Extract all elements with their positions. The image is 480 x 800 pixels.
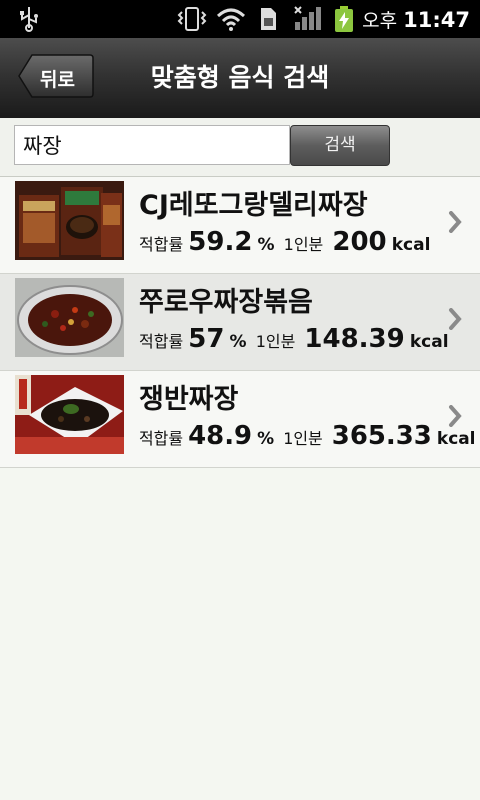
food-info: 적합률 48.9 % 1인분 365.33 kcal xyxy=(139,421,476,451)
search-button[interactable]: 검색 xyxy=(290,125,390,166)
chevron-right-icon xyxy=(448,211,462,237)
sim-icon xyxy=(258,6,278,36)
food-thumbnail xyxy=(15,278,124,357)
chevron-right-icon xyxy=(448,405,462,431)
food-name: 쭈로우짜장볶음 xyxy=(139,287,313,318)
vibrate-icon xyxy=(176,6,208,36)
kcal-unit: kcal xyxy=(436,429,476,449)
chevron-right-icon xyxy=(448,308,462,334)
usb-icon xyxy=(18,6,40,36)
fit-rate-unit: % xyxy=(257,429,275,449)
fit-rate-label: 적합률 xyxy=(139,429,184,448)
search-input[interactable] xyxy=(14,125,290,165)
serving-label: 1인분 xyxy=(283,235,324,254)
food-name: 쟁반짜장 xyxy=(139,384,239,415)
list-item[interactable]: CJ레또그랑델리짜장 적합률 59.2 % 1인분 200 kcal xyxy=(0,177,480,274)
battery-charging-icon xyxy=(334,6,354,36)
results-list: CJ레또그랑델리짜장 적합률 59.2 % 1인분 200 kcal 쭈로우짜장… xyxy=(0,177,480,468)
search-bar: 검색 xyxy=(0,118,480,177)
kcal-value: 365.33 xyxy=(331,421,432,451)
food-name: CJ레또그랑델리짜장 xyxy=(139,190,368,221)
kcal-unit: kcal xyxy=(391,235,431,255)
fit-rate-unit: % xyxy=(229,332,247,352)
list-item[interactable]: 쟁반짜장 적합률 48.9 % 1인분 365.33 kcal xyxy=(0,371,480,468)
serving-label: 1인분 xyxy=(283,429,323,448)
page-title: 맞춤형 음식 검색 xyxy=(150,63,330,92)
title-bar: 뒤로 맞춤형 음식 검색 xyxy=(0,38,480,120)
kcal-value: 148.39 xyxy=(304,324,405,354)
fit-rate-value: 57 xyxy=(188,324,225,354)
back-button[interactable]: 뒤로 xyxy=(18,54,94,98)
food-thumbnail xyxy=(15,375,124,454)
fit-rate-label: 적합률 xyxy=(139,332,184,351)
serving-label: 1인분 xyxy=(255,332,296,351)
fit-rate-value: 48.9 xyxy=(188,421,253,451)
status-bar: 오후 11:47 xyxy=(0,0,480,38)
list-item[interactable]: 쭈로우짜장볶음 적합률 57 % 1인분 148.39 kcal xyxy=(0,274,480,371)
back-label: 뒤로 xyxy=(40,69,75,91)
food-info: 적합률 59.2 % 1인분 200 kcal xyxy=(139,227,430,257)
clock: 오후 11:47 xyxy=(362,8,470,32)
fit-rate-value: 59.2 xyxy=(188,227,253,257)
fit-rate-unit: % xyxy=(257,235,275,255)
food-info: 적합률 57 % 1인분 148.39 kcal xyxy=(139,324,449,354)
food-thumbnail xyxy=(15,181,124,260)
signal-icon xyxy=(294,6,322,36)
kcal-value: 200 xyxy=(332,227,387,257)
wifi-icon xyxy=(216,6,246,36)
kcal-unit: kcal xyxy=(409,332,449,352)
fit-rate-label: 적합률 xyxy=(139,235,184,254)
